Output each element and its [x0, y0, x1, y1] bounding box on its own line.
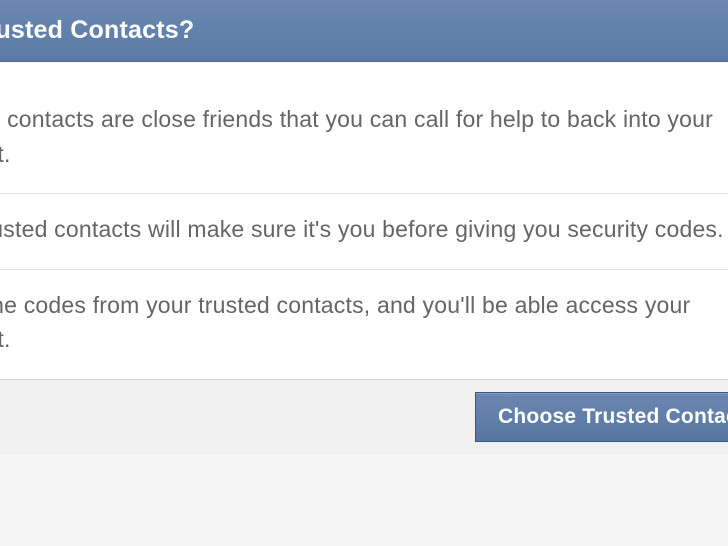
dialog-body: Trusted contacts are close friends that …	[0, 62, 728, 379]
info-text: Your trusted contacts will make sure it'…	[0, 212, 728, 247]
info-row: Trusted contacts are close friends that …	[0, 84, 728, 194]
info-row: Enter the codes from your trusted contac…	[0, 270, 728, 379]
dialog-footer: Choose Trusted Contacts	[0, 379, 728, 454]
dialog-header: Are Trusted Contacts?	[0, 0, 728, 62]
trusted-contacts-dialog: Are Trusted Contacts? Trusted contacts a…	[0, 0, 728, 454]
info-text: Enter the codes from your trusted contac…	[0, 288, 728, 357]
info-row: Your trusted contacts will make sure it'…	[0, 194, 728, 270]
info-text: Trusted contacts are close friends that …	[0, 102, 728, 171]
dialog-title: Are Trusted Contacts?	[0, 16, 728, 45]
choose-trusted-contacts-button[interactable]: Choose Trusted Contacts	[475, 392, 728, 442]
